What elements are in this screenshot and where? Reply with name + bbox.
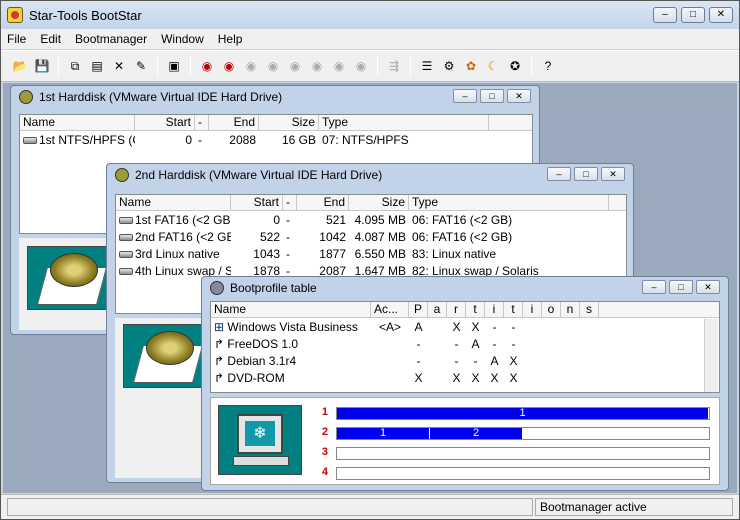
title-bar[interactable]: Star-Tools BootStar – □ ✕ (1, 1, 739, 29)
menu-bootmanager[interactable]: Bootmanager (75, 32, 147, 46)
app-window: Star-Tools BootStar – □ ✕ File Edit Boot… (0, 0, 740, 520)
colors-icon[interactable]: ✿ (462, 57, 480, 75)
col-start[interactable]: Start (135, 115, 195, 130)
toolbar: 📂 💾 ⧉ ▤ ✕ ✎ ▣ ◉ ◉ ◉ ◉ ◉ ◉ ◉ ◉ ⇶ ☰ ⚙ ✿ ☾ … (1, 50, 739, 82)
list-item[interactable]: ↱ FreeDOS 1.0 - - A - - (211, 335, 719, 352)
disk2-close-button[interactable]: ✕ (601, 167, 625, 181)
save-icon[interactable]: 💾 (33, 57, 51, 75)
list-icon[interactable]: ☰ (418, 57, 436, 75)
col-dash[interactable]: - (283, 195, 297, 210)
status-text: Bootmanager active (535, 498, 733, 516)
menu-file[interactable]: File (7, 32, 26, 46)
harddisk-image (27, 246, 109, 310)
disk1-maximize-button[interactable]: □ (480, 89, 504, 103)
partition-4-icon[interactable]: ◉ (264, 57, 282, 75)
list-item[interactable]: ⊞ Windows Vista Business <A> A X X - - (211, 318, 719, 335)
disk1-title: 1st Harddisk (VMware Virtual IDE Hard Dr… (39, 90, 283, 104)
partition-7-icon[interactable]: ◉ (330, 57, 348, 75)
col-size[interactable]: Size (349, 195, 409, 210)
settings-icon[interactable]: ⚙ (440, 57, 458, 75)
menu-window[interactable]: Window (161, 32, 204, 46)
bootprofile-list: Name Ac... P a r t i t i o n s ⊞ Windows… (210, 301, 720, 393)
partition-segment[interactable]: 2 (430, 428, 523, 439)
col-start[interactable]: Start (231, 195, 283, 210)
open-icon[interactable]: 📂 (11, 57, 29, 75)
disk2-maximize-button[interactable]: □ (574, 167, 598, 181)
partition-3-icon[interactable]: ◉ (242, 57, 260, 75)
col-name[interactable]: Name (20, 115, 135, 130)
disk2-title: 2nd Harddisk (VMware Virtual IDE Hard Dr… (135, 168, 383, 182)
properties-icon[interactable]: ▤ (88, 57, 106, 75)
menu-help[interactable]: Help (218, 32, 243, 46)
edit-icon[interactable]: ✎ (132, 57, 150, 75)
partition-bar-1[interactable]: 1 (336, 407, 710, 420)
col-dash[interactable]: - (195, 115, 209, 130)
table-row[interactable]: 3rd Linux native 1043 - 1877 6.550 MB 83… (116, 245, 626, 262)
bootprofile-close-button[interactable]: ✕ (696, 280, 720, 294)
partition-bar-4[interactable] (336, 467, 710, 480)
merge-icon[interactable]: ⇶ (385, 57, 403, 75)
partition-8-icon[interactable]: ◉ (352, 57, 370, 75)
partition-6-icon[interactable]: ◉ (308, 57, 326, 75)
col-active[interactable]: Ac... (371, 302, 409, 317)
windows-icon: ⊞ (214, 319, 225, 334)
partition-1-icon[interactable]: ◉ (198, 57, 216, 75)
bootprofile-minimize-button[interactable]: – (642, 280, 666, 294)
bootprofile-title: Bootprofile table (230, 281, 317, 295)
bootprofile-maximize-button[interactable]: □ (669, 280, 693, 294)
status-left (7, 498, 533, 516)
harddisk-icon (115, 168, 129, 182)
disk1-minimize-button[interactable]: – (453, 89, 477, 103)
menu-edit[interactable]: Edit (40, 32, 61, 46)
arrow-icon: ↱ (214, 336, 225, 351)
delete-icon[interactable]: ✕ (110, 57, 128, 75)
table-row[interactable]: 1st NTFS/HPFS (C:) 0 - 2088 16 GB 07: NT… (20, 131, 532, 148)
partition-4-icon: 4 (321, 466, 328, 478)
partition-2-icon: 2 (321, 426, 328, 438)
arrow-icon: ↱ (214, 370, 225, 385)
col-end[interactable]: End (297, 195, 349, 210)
list-item[interactable]: ↱ DVD-ROM X X X X X (211, 369, 719, 386)
partition-1-icon: 1 (321, 406, 328, 418)
harddisk-icon (19, 90, 33, 104)
menu-bar: File Edit Bootmanager Window Help (1, 29, 739, 49)
status-bar: Bootmanager active (1, 494, 739, 519)
night-icon[interactable]: ☾ (484, 57, 502, 75)
copy-icon[interactable]: ⧉ (66, 57, 84, 75)
col-type[interactable]: Type (319, 115, 489, 130)
partition-2-icon[interactable]: ◉ (220, 57, 238, 75)
maximize-button[interactable]: □ (681, 7, 705, 23)
table-row[interactable]: 2nd FAT16 (<2 GB)... 522 - 1042 4.087 MB… (116, 228, 626, 245)
close-button[interactable]: ✕ (709, 7, 733, 23)
partition-5-icon[interactable]: ◉ (286, 57, 304, 75)
col-name[interactable]: Name (211, 302, 371, 317)
minimize-button[interactable]: – (653, 7, 677, 23)
table-row[interactable]: 1st FAT16 (<2 GB) 0 - 521 4.095 MB 06: F… (116, 211, 626, 228)
col-name[interactable]: Name (116, 195, 231, 210)
col-size[interactable]: Size (259, 115, 319, 130)
partition-segment[interactable]: 1 (337, 408, 709, 419)
partition-bar-3[interactable] (336, 447, 710, 460)
wizard-icon[interactable]: ✪ (506, 57, 524, 75)
help-icon[interactable]: ? (539, 57, 557, 75)
bootprofile-icon (210, 281, 224, 295)
partition-3-icon: 3 (321, 446, 328, 458)
partition-bar-2[interactable]: 12 (336, 427, 710, 440)
list-item[interactable]: ↱ Debian 3.1r4 - - - A X (211, 352, 719, 369)
mdi-area: 1st Harddisk (VMware Virtual IDE Hard Dr… (3, 83, 737, 493)
disk2-minimize-button[interactable]: – (547, 167, 571, 181)
partition-segment[interactable]: 1 (337, 428, 430, 439)
col-end[interactable]: End (209, 115, 259, 130)
vertical-scrollbar[interactable] (704, 319, 718, 392)
disk1-close-button[interactable]: ✕ (507, 89, 531, 103)
arrow-icon: ↱ (214, 353, 225, 368)
harddisk-image (123, 324, 205, 388)
col-type[interactable]: Type (409, 195, 609, 210)
app-title: Star-Tools BootStar (29, 7, 142, 23)
disk-icon[interactable]: ▣ (165, 57, 183, 75)
app-icon[interactable] (7, 7, 23, 23)
computer-image: ❄ (218, 405, 302, 475)
bootprofile-window[interactable]: Bootprofile table – □ ✕ Name Ac... P a r… (201, 276, 729, 491)
partition-icon (23, 136, 37, 144)
